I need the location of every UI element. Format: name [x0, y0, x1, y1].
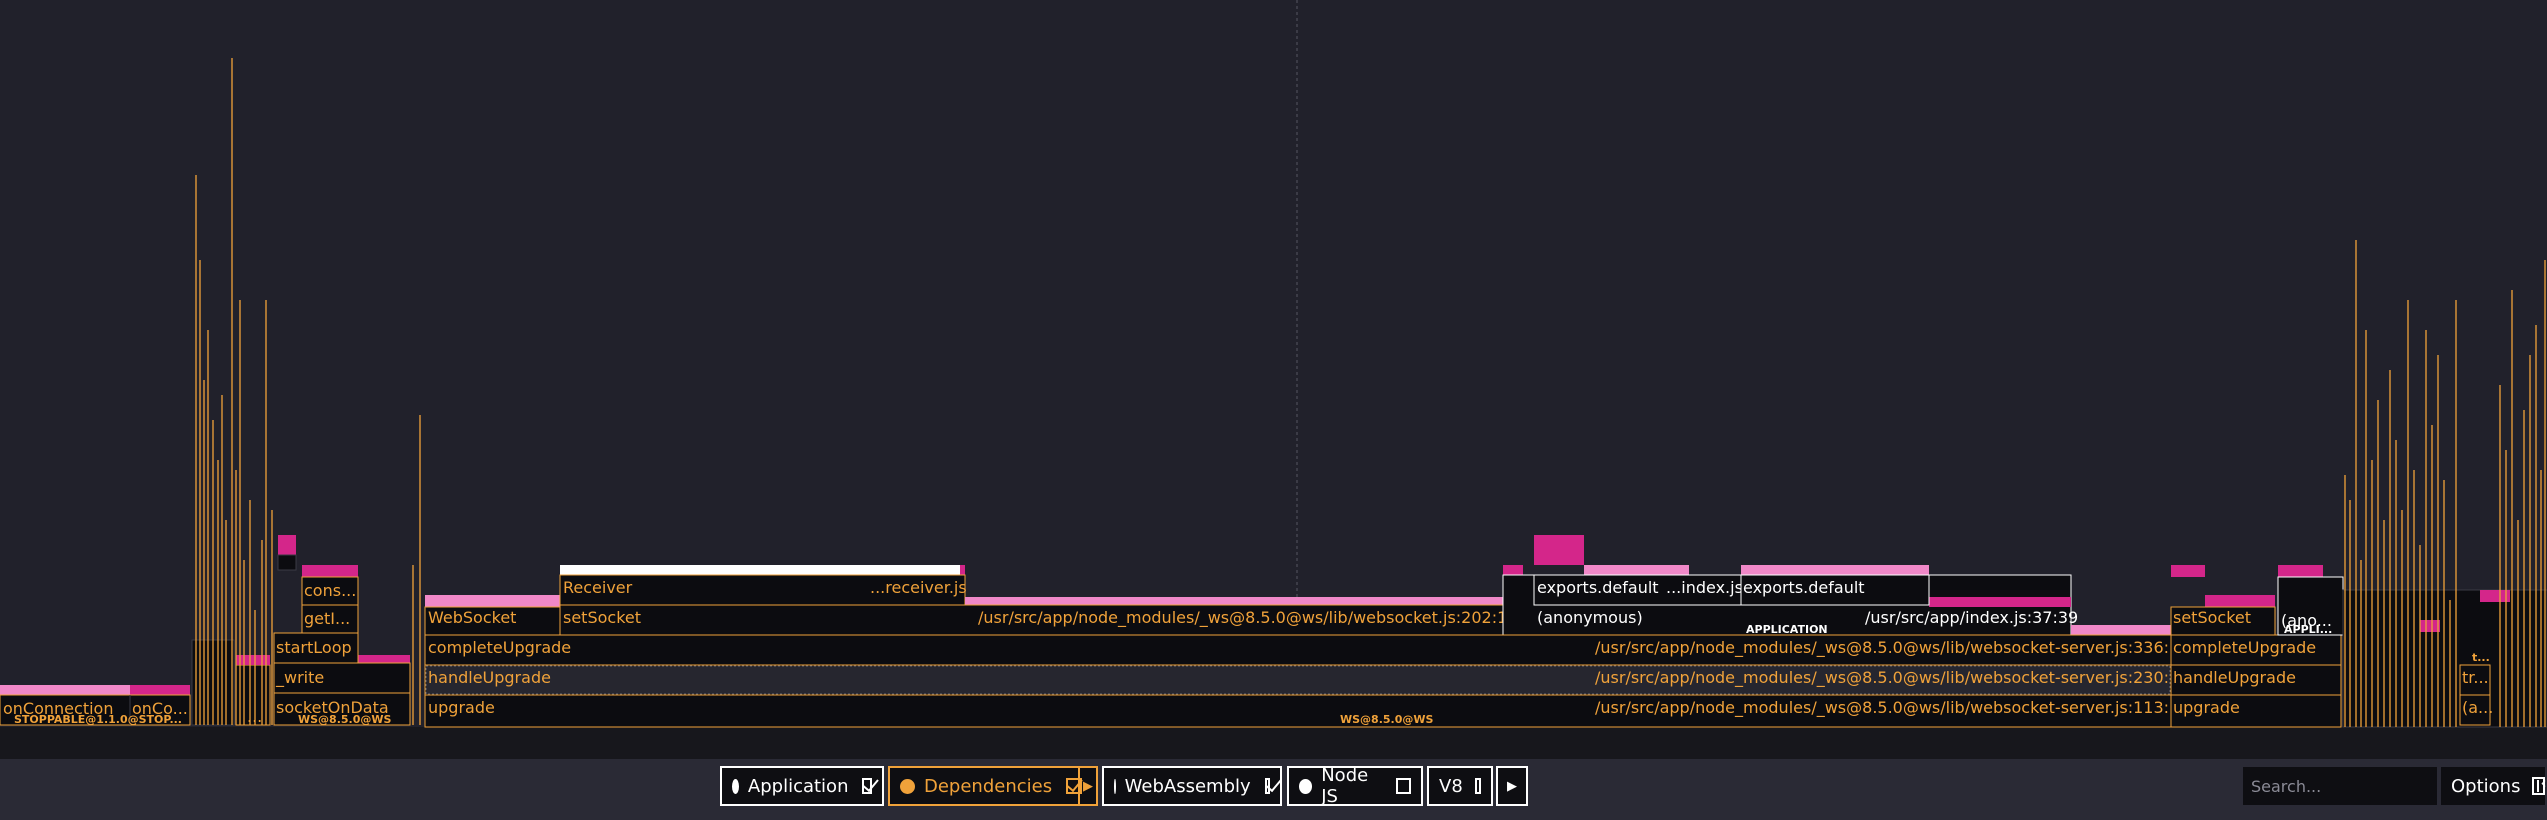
- dependencies-dot-icon: [900, 778, 915, 794]
- frame-label: getI...: [304, 609, 350, 628]
- frame-label: exports.default: [1537, 578, 1659, 597]
- filter-v8[interactable]: V8: [1427, 766, 1493, 806]
- frame-label: setSocket: [2173, 608, 2251, 627]
- panel-collapse-icon: [2532, 774, 2546, 795]
- frame-label: handleUpgrade: [2173, 668, 2296, 687]
- filter-dependencies-label: Dependencies: [924, 775, 1053, 797]
- frame-label: ...index.js: [1666, 578, 1743, 597]
- options-button[interactable]: Options: [2441, 767, 2546, 805]
- frame-label: cons...: [304, 581, 356, 600]
- webassembly-dot-icon: [1114, 778, 1116, 794]
- frame-label: (anonymous): [1537, 608, 1643, 627]
- frame-label: ...receiver.js: [870, 578, 967, 597]
- stack-cap: [130, 685, 190, 695]
- filter-nodejs[interactable]: Node JS: [1287, 765, 1423, 807]
- filter-toolbar: Application Dependencies ▶ WebAssembly N…: [0, 759, 2547, 820]
- flamegraph-area[interactable]: onConnection onCo... STOPPABLE@1.1.0@STO…: [0, 0, 2547, 759]
- frame-label: WebSocket: [428, 608, 516, 627]
- nodejs-checkbox-icon[interactable]: [1396, 778, 1411, 794]
- frame-label: /usr/src/app/index.js:37:39: [1865, 608, 2078, 627]
- group-label: APPLICATION: [1746, 623, 1828, 636]
- frame-label: exports.default: [1743, 578, 1865, 597]
- frame-label: upgrade: [428, 698, 495, 717]
- v8-expand-button[interactable]: ▶: [1496, 766, 1528, 806]
- frame-label: Receiver: [563, 578, 633, 597]
- application-dot-icon: [732, 778, 739, 794]
- frame-label: completeUpgrade: [428, 638, 571, 657]
- filter-webassembly-label: WebAssembly: [1124, 775, 1251, 797]
- stack-cap: [0, 685, 130, 695]
- frame-label: handleUpgrade: [428, 668, 551, 687]
- v8-checkbox-icon[interactable]: [1474, 778, 1481, 794]
- frame-label: _write: [275, 668, 324, 688]
- filter-webassembly[interactable]: WebAssembly: [1102, 766, 1282, 806]
- group-label: STOPPABLE@1.1.0@STOP...: [14, 713, 182, 726]
- nodejs-dot-icon: [1299, 778, 1313, 794]
- chevron-right-icon: ▶: [1507, 778, 1517, 794]
- group-label: WS@8.5.0@WS: [1340, 713, 1434, 726]
- options-label: Options: [2451, 775, 2521, 797]
- filter-application[interactable]: Application: [720, 766, 884, 806]
- frame-label: /usr/src/app/node_modules/_ws@8.5.0@ws/l…: [978, 608, 1517, 628]
- filter-dependencies[interactable]: Dependencies ▶: [888, 766, 1098, 806]
- search-input[interactable]: [2243, 767, 2437, 805]
- group-label: APPLI...: [2284, 623, 2332, 636]
- filter-application-label: Application: [747, 775, 849, 797]
- filter-nodejs-label: Node JS: [1321, 765, 1369, 807]
- frame-label: t...: [2472, 651, 2490, 664]
- frame-label: /usr/src/app/node_modules/_ws@8.5.0@ws/l…: [1595, 668, 2189, 688]
- frame-label: tr...: [2462, 668, 2489, 687]
- flamegraph-svg[interactable]: onConnection onCo... STOPPABLE@1.1.0@STO…: [0, 0, 2547, 759]
- frame-label: /usr/src/app/node_modules/_ws@8.5.0@ws/l…: [1595, 638, 2189, 658]
- frame-label: (a...: [2462, 698, 2493, 717]
- frame-label: upgrade: [2173, 698, 2240, 717]
- webassembly-checkbox-icon[interactable]: [1264, 778, 1270, 794]
- frame-label: startLoop: [276, 638, 352, 657]
- frame-label: setSocket: [563, 608, 641, 627]
- chevron-right-icon[interactable]: ▶: [1080, 768, 1096, 804]
- frame-label: completeUpgrade: [2173, 638, 2316, 657]
- filter-v8-label: V8: [1439, 775, 1463, 797]
- frame-label: /usr/src/app/node_modules/_ws@8.5.0@ws/l…: [1595, 698, 2189, 718]
- group-label: WS@8.5.0@WS: [298, 713, 392, 726]
- application-checkbox-icon[interactable]: [862, 778, 872, 794]
